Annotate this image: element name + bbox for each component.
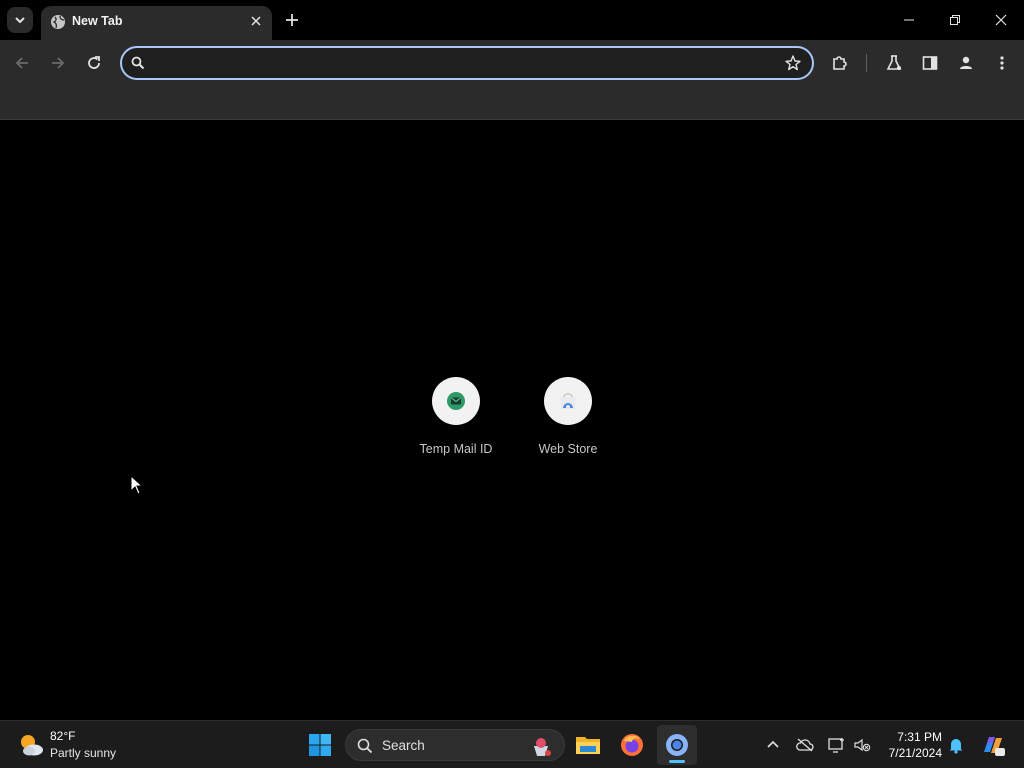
chrome-button[interactable] [657,725,697,765]
active-app-indicator [669,760,685,763]
shortcut-label: Temp Mail ID [419,442,493,456]
star-icon[interactable] [784,54,802,72]
taskbar: 82°F Partly sunny Search 7:31 PM 7/21/20… [0,720,1024,768]
shortcut-icon-container [432,377,480,425]
search-icon [357,738,373,754]
arrow-right-icon [52,57,65,69]
bookmarks-bar [0,86,1024,120]
reload-button[interactable] [81,50,107,76]
toolbar-divider [866,54,867,72]
folder-icon [576,737,600,754]
restore-button[interactable] [932,0,978,40]
bell-icon [949,739,963,754]
taskbar-search-box[interactable]: Search [345,729,565,761]
arrow-left-icon [15,57,28,69]
network-tray-button[interactable] [828,736,846,754]
cloud-off-icon [796,738,814,752]
side-panel-button[interactable] [917,50,943,76]
chevron-up-icon [767,740,779,748]
onedrive-tray-button[interactable] [796,736,814,754]
weather-description: Partly sunny [50,746,117,760]
menu-button[interactable] [989,50,1015,76]
flask-icon [886,55,902,70]
tab-title: New Tab [72,14,123,28]
minimize-icon [904,19,914,21]
new-tab-page: Temp Mail ID Web Store [0,121,1024,720]
volume-tray-button[interactable] [853,736,871,754]
restore-icon [950,15,960,25]
person-icon [960,56,972,69]
tab-close-button[interactable] [248,13,264,29]
copilot-icon [984,737,1005,756]
partly-sunny-icon [21,735,43,756]
shortcut-web-store[interactable]: Web Store [518,377,618,463]
firefox-icon [621,734,643,756]
notifications-button[interactable] [947,736,965,754]
address-bar[interactable] [120,46,814,80]
file-explorer-button[interactable] [568,725,608,765]
monitor-network-icon [828,738,844,753]
shortcut-label: Web Store [538,442,598,456]
tab-strip: New Tab [0,0,1024,40]
plus-icon [286,14,298,26]
clock-time: 7:31 PM [897,730,942,744]
toolbar [0,40,1024,86]
reload-icon [88,56,100,69]
tab-search-button[interactable] [7,7,33,33]
web-store-icon [560,393,576,409]
side-panel-icon [922,56,938,70]
globe-icon [51,15,65,29]
search-highlight-icon [534,738,551,756]
shortcut-icon-container [544,377,592,425]
shortcut-temp-mail[interactable]: Temp Mail ID [406,377,506,463]
address-input[interactable] [152,52,772,74]
close-icon [251,16,261,26]
chrome-icon [666,734,688,756]
new-tab-button[interactable] [281,9,303,31]
taskbar-search-label: Search [382,738,425,753]
forward-button[interactable] [45,50,71,76]
close-window-button[interactable] [978,0,1024,40]
extensions-button[interactable] [827,50,853,76]
tab-new-tab[interactable]: New Tab [41,6,272,40]
profile-button[interactable] [953,50,979,76]
search-icon [131,56,145,70]
start-button[interactable] [300,725,340,765]
firefox-button[interactable] [612,725,652,765]
copilot-button[interactable] [980,732,1006,758]
speaker-muted-icon [854,738,871,752]
close-icon [995,14,1007,26]
chevron-down-icon [15,17,25,24]
labs-button[interactable] [881,50,907,76]
show-hidden-icons-button[interactable] [764,736,782,754]
minimize-button[interactable] [886,0,932,40]
windows-logo-icon [309,734,331,756]
weather-temperature: 82°F [50,729,76,743]
back-button[interactable] [9,50,35,76]
clock-date: 7/21/2024 [888,746,942,760]
mail-icon [447,392,465,410]
mouse-cursor-icon [130,475,144,495]
puzzle-icon [833,56,847,70]
more-vertical-icon [1000,56,1004,70]
